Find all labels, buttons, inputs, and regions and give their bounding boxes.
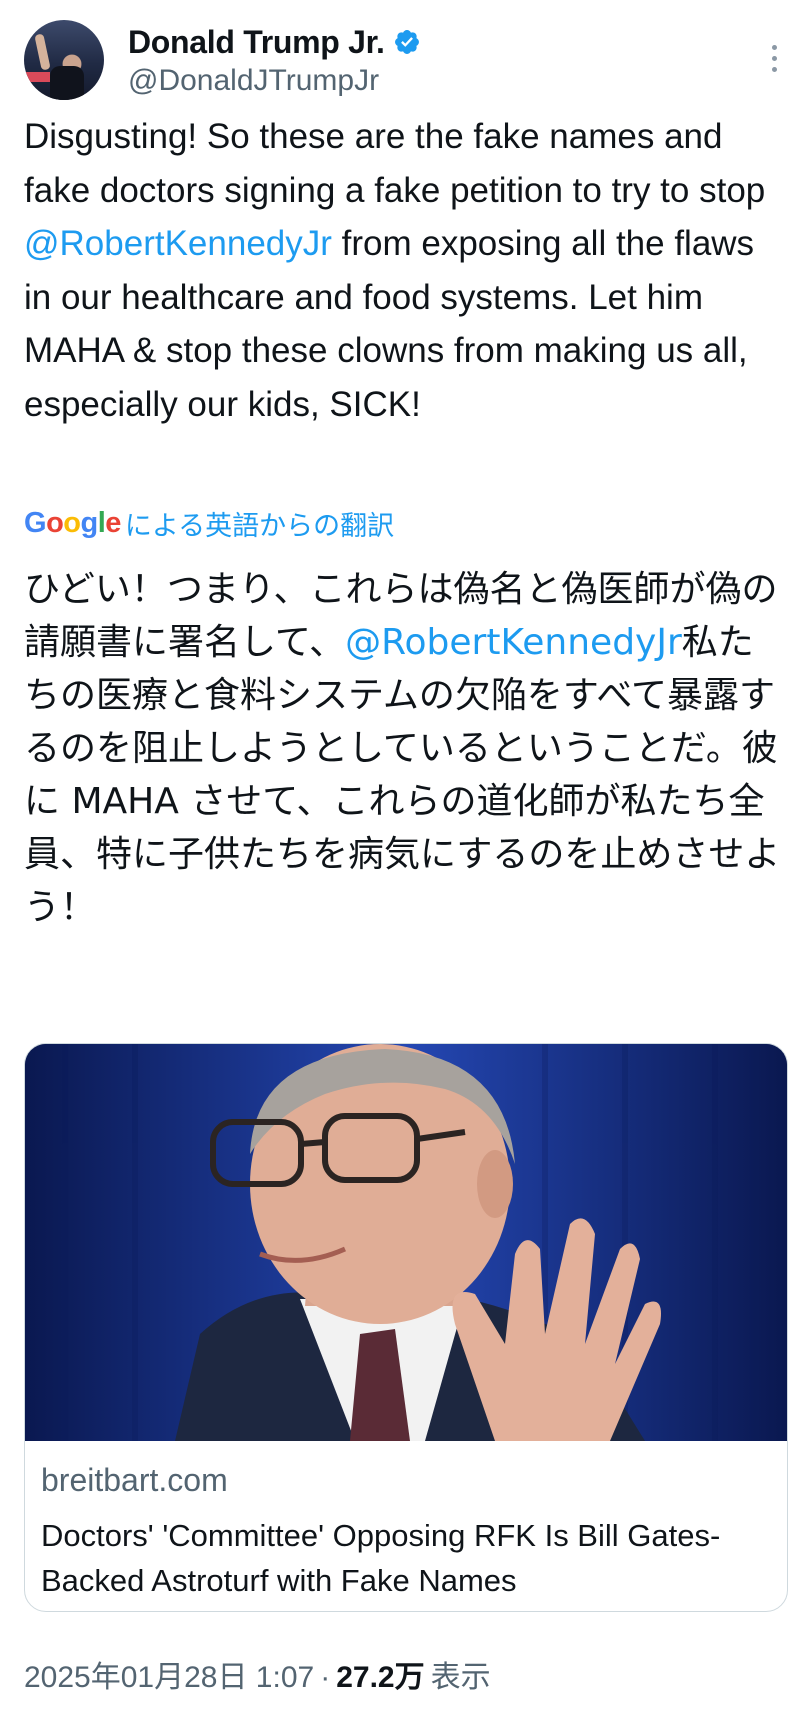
author-name-row: Donald Trump Jr. <box>128 22 421 62</box>
avatar-background-stripe <box>24 72 50 82</box>
tweet-header: Donald Trump Jr. @DonaldJTrumpJr <box>24 20 786 100</box>
link-card-meta: breitbart.com Doctors' 'Committee' Oppos… <box>41 1462 761 1603</box>
link-card-image <box>25 1044 787 1441</box>
author-name[interactable]: Donald Trump Jr. <box>128 24 385 61</box>
author-handle[interactable]: @DonaldJTrumpJr <box>128 64 379 98</box>
avatar[interactable] <box>24 20 104 100</box>
verified-badge-icon <box>394 30 419 54</box>
link-card-domain: breitbart.com <box>41 1462 228 1498</box>
card-photo-illustration <box>25 1044 787 1441</box>
google-logo: Google <box>24 506 121 539</box>
link-card-title: Doctors' 'Committee' Opposing RFK Is Bil… <box>41 1518 721 1598</box>
tweet-text: Disgusting! So these are the fake names … <box>24 110 788 431</box>
views-count[interactable]: 27.2万 <box>336 1652 424 1696</box>
translation-attribution[interactable]: Google による英語からの翻訳 <box>24 505 394 541</box>
translated-text-after: 私たちの医療と食料システムの欠陥をすべて暴露するのを阻止しようとしているというこ… <box>24 622 781 928</box>
avatar-figure <box>50 66 84 100</box>
tweet-footer: 2025年01月28日 1:07 · 27.2万 表示 <box>24 1652 491 1696</box>
views-label: 表示 <box>430 1661 491 1694</box>
translation-label: による英語からの翻訳 <box>124 510 395 541</box>
link-card[interactable]: breitbart.com Doctors' 'Committee' Oppos… <box>24 1043 788 1612</box>
tweet-text-before: Disgusting! So these are the fake names … <box>24 117 766 210</box>
avatar-raised-arm <box>34 33 51 71</box>
footer-separator: · <box>320 1661 331 1694</box>
tweet-timestamp[interactable]: 2025年01月28日 1:07 <box>24 1652 314 1696</box>
translated-text: ひどい！つまり、これらは偽名と偽医師が偽の請願書に署名して、@RobertKen… <box>24 563 788 934</box>
more-options-icon[interactable] <box>762 38 786 78</box>
translated-mention-link[interactable]: @RobertKennedyJr <box>345 622 682 663</box>
mention-link[interactable]: @RobertKennedyJr <box>24 224 332 263</box>
